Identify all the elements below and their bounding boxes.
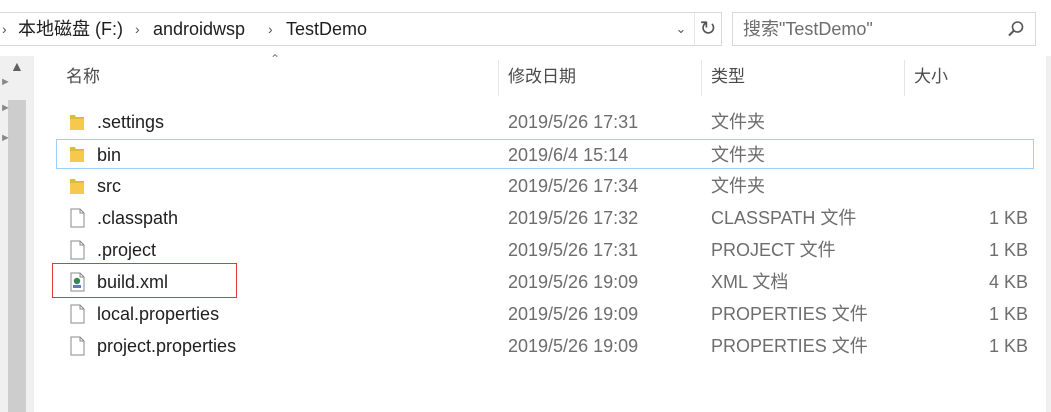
search-icon[interactable]	[1007, 20, 1025, 38]
file-type: PROPERTIES 文件	[711, 336, 868, 356]
file-name: project.properties	[97, 336, 237, 356]
folder-icon	[70, 115, 84, 130]
address-dropdown-icon[interactable]: ⌄	[670, 13, 692, 45]
column-header-name[interactable]: 名称	[66, 56, 100, 98]
highlight-annotation	[52, 263, 237, 298]
file-type: 文件夹	[711, 145, 765, 165]
refresh-icon[interactable]: ↻	[694, 13, 721, 45]
breadcrumb-testdemo[interactable]: TestDemo	[286, 13, 367, 45]
file-date: 2019/5/26 17:31	[508, 112, 639, 132]
column-divider[interactable]	[701, 60, 702, 96]
file-name: .classpath	[97, 208, 179, 228]
file-name: src	[97, 176, 121, 196]
file-size: 1 KB	[988, 240, 1028, 260]
breadcrumb-drive[interactable]: 本地磁盘 (F:)	[18, 13, 123, 45]
file-name: .settings	[97, 112, 165, 132]
file-type: 文件夹	[711, 176, 765, 196]
file-row[interactable]: project.properties 2019/5/26 19:09 PROPE…	[56, 331, 1034, 361]
file-date: 2019/5/26 17:32	[508, 208, 639, 228]
breadcrumb-separator[interactable]: ›	[268, 13, 273, 45]
file-date: 2019/6/4 15:14	[508, 145, 629, 165]
file-type: PROPERTIES 文件	[711, 304, 868, 324]
file-row[interactable]: .project 2019/5/26 17:31 PROJECT 文件 1 KB	[56, 235, 1034, 265]
search-box[interactable]: 搜索"TestDemo"	[732, 12, 1036, 46]
file-row[interactable]: local.properties 2019/5/26 19:09 PROPERT…	[56, 299, 1034, 329]
column-divider[interactable]	[498, 60, 499, 96]
search-placeholder: 搜索"TestDemo"	[743, 19, 873, 39]
file-row[interactable]: .classpath 2019/5/26 17:32 CLASSPATH 文件 …	[56, 203, 1034, 233]
column-header-type[interactable]: 类型	[711, 56, 745, 98]
file-type: CLASSPATH 文件	[711, 208, 857, 228]
file-name: local.properties	[97, 304, 220, 324]
file-icon	[70, 304, 85, 324]
file-size: 1 KB	[988, 304, 1028, 324]
file-row[interactable]: .settings 2019/5/26 17:31 文件夹	[56, 107, 1034, 137]
file-name: .project	[97, 240, 157, 260]
address-bar[interactable]: › 本地磁盘 (F:) › androidwsp › TestDemo ⌄ ↻	[0, 12, 722, 46]
column-header-date[interactable]: 修改日期	[508, 56, 576, 98]
scroll-up-icon[interactable]: ▲	[10, 58, 24, 74]
nav-expand-icon[interactable]: ►	[0, 76, 11, 88]
file-date: 2019/5/26 19:09	[508, 272, 639, 292]
file-icon	[70, 336, 85, 356]
file-name: bin	[97, 145, 122, 165]
file-date: 2019/5/26 17:34	[508, 176, 639, 196]
file-icon	[70, 240, 85, 260]
sort-ascending-icon: ⌃	[270, 52, 281, 66]
file-type: PROJECT 文件	[711, 240, 836, 260]
file-row[interactable]: bin 2019/6/4 15:14 文件夹	[56, 139, 1034, 169]
nav-expand-icon[interactable]: ►	[0, 102, 11, 114]
content-scrollbar[interactable]	[1046, 56, 1051, 412]
file-date: 2019/5/26 17:31	[508, 240, 639, 260]
folder-icon	[70, 147, 84, 162]
file-size: 1 KB	[988, 336, 1028, 356]
file-size: 1 KB	[988, 208, 1028, 228]
file-row[interactable]: src 2019/5/26 17:34 文件夹	[56, 171, 1034, 201]
file-type: XML 文档	[711, 272, 789, 292]
column-header-size[interactable]: 大小	[914, 56, 948, 98]
scrollbar-thumb[interactable]	[8, 100, 26, 412]
column-divider[interactable]	[904, 60, 905, 96]
file-date: 2019/5/26 19:09	[508, 304, 639, 324]
file-date: 2019/5/26 19:09	[508, 336, 639, 356]
file-size: 4 KB	[988, 272, 1028, 292]
breadcrumb-separator[interactable]: ›	[2, 13, 7, 45]
file-icon	[70, 208, 85, 228]
nav-expand-icon[interactable]: ►	[0, 132, 11, 144]
breadcrumb-separator[interactable]: ›	[135, 13, 140, 45]
file-type: 文件夹	[711, 112, 765, 132]
folder-icon	[70, 179, 84, 194]
breadcrumb-androidwsp[interactable]: androidwsp	[153, 13, 245, 45]
